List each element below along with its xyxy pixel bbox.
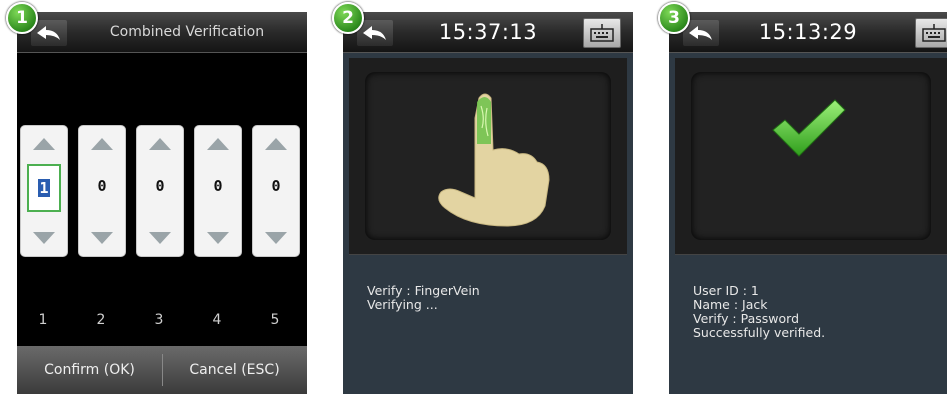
digit-value[interactable]: 0 (85, 164, 119, 208)
digit-spinner[interactable]: 0 (252, 125, 300, 257)
keyboard-icon (590, 24, 614, 42)
decrement-icon[interactable] (265, 232, 287, 244)
decrement-icon[interactable] (207, 232, 229, 244)
increment-icon[interactable] (207, 138, 229, 150)
fingervein-verify-screen: 15:37:13 Verify : FingerVein Verifying .… (343, 12, 633, 394)
finger-hand-icon (438, 93, 550, 227)
step-badge: 3 (658, 2, 690, 34)
verify-success-screen: 15:13:29 User ID : 1 Name: Jack Verify … (669, 12, 947, 394)
image-frame (365, 72, 611, 240)
keyboard-button[interactable] (583, 18, 621, 48)
digit-spinner[interactable]: 0 (194, 125, 242, 257)
user-name-text: Name : Jack (693, 297, 768, 312)
step-badge: 1 (6, 2, 38, 34)
user-id-text: User ID : 1 (693, 283, 759, 298)
clock: 15:37:13 (438, 20, 538, 44)
column-number: 5 (270, 312, 280, 328)
digit-value[interactable]: 1 (27, 164, 61, 212)
combined-verification-screen: Combined Verification 1 0 0 0 0 1 2 3 4 … (17, 12, 307, 394)
keyboard-icon (922, 24, 946, 42)
image-panel (349, 58, 627, 255)
digit-value[interactable]: 0 (201, 164, 235, 208)
back-arrow-icon (37, 26, 60, 40)
decrement-icon[interactable] (91, 232, 113, 244)
digit-spinner[interactable]: 1 (20, 125, 68, 257)
verify-info: Verify : FingerVein Verifying ... (367, 284, 480, 312)
digit-value[interactable]: 0 (259, 164, 293, 208)
digit-value[interactable]: 0 (143, 164, 177, 208)
column-number: 4 (212, 312, 222, 328)
decrement-icon[interactable] (149, 232, 171, 244)
confirm-button[interactable]: Confirm (OK) (17, 346, 162, 394)
back-arrow-icon (363, 26, 386, 40)
increment-icon[interactable] (265, 138, 287, 150)
status-text: Successfully verified. (693, 325, 826, 340)
result-info: User ID : 1 Name : Jack Verify : Passwor… (693, 284, 825, 340)
status-text: Verifying ... (367, 297, 438, 312)
column-number: 3 (154, 312, 164, 328)
decrement-icon[interactable] (33, 232, 55, 244)
increment-icon[interactable] (149, 138, 171, 150)
checkmark-icon (772, 99, 846, 157)
step-badge: 2 (332, 2, 364, 34)
header-bar: Combined Verification (17, 12, 307, 53)
header-bar: 15:13:29 (669, 12, 947, 53)
keyboard-button[interactable] (915, 18, 947, 48)
cancel-button[interactable]: Cancel (ESC) (162, 346, 307, 394)
page-title: Combined Verification (109, 24, 265, 40)
verify-method-text: Verify : Password (693, 311, 800, 326)
column-number: 2 (96, 312, 106, 328)
increment-icon[interactable] (33, 138, 55, 150)
footer-bar: Confirm (OK) Cancel (ESC) (17, 346, 307, 394)
header-bar: 15:37:13 (343, 12, 633, 53)
column-number: 1 (38, 312, 48, 328)
digit-spinner[interactable]: 0 (78, 125, 126, 257)
clock: 15:13:29 (758, 20, 858, 44)
back-arrow-icon (689, 26, 712, 40)
image-panel (675, 58, 947, 255)
increment-icon[interactable] (91, 138, 113, 150)
verify-method-text: Verify : FingerVein (367, 283, 480, 298)
digit-spinner[interactable]: 0 (136, 125, 184, 257)
image-frame (691, 72, 931, 240)
